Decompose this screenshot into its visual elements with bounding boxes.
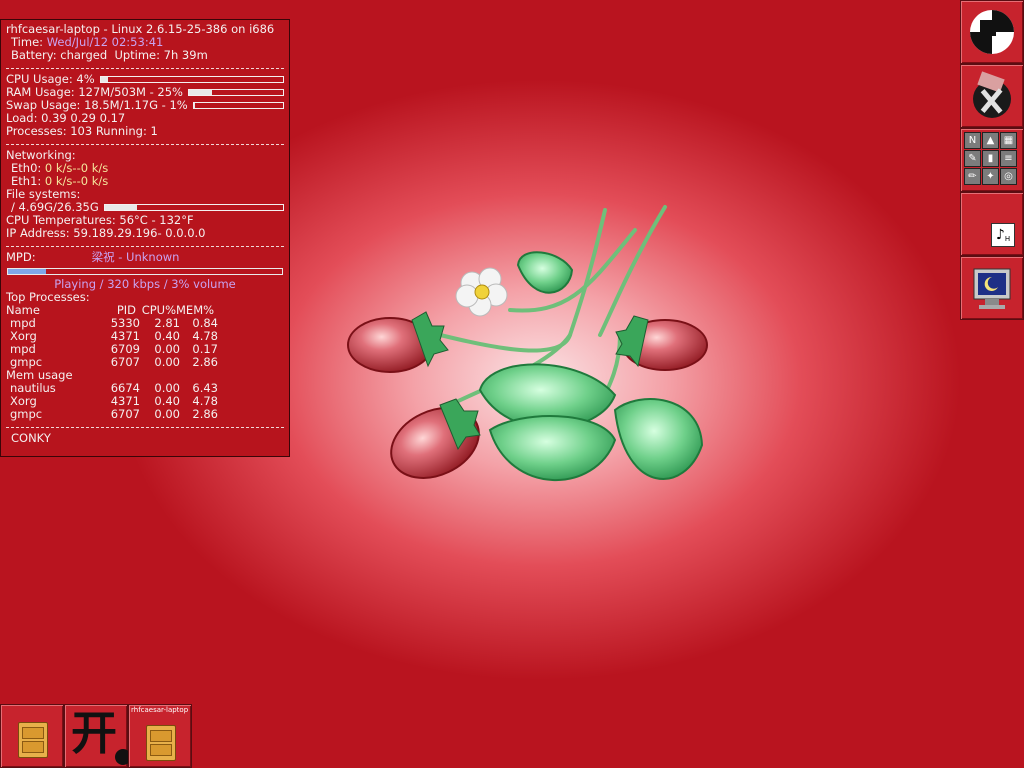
fs-root-bar (103, 204, 284, 211)
mpd-row: MPD: 梁祝 - Unknown (6, 251, 284, 264)
process-pid: 6707 (110, 407, 140, 421)
process-row: mpd 6709 0.00 0.17 (6, 343, 284, 356)
window-title-snippet: rhfcaesar-laptop (131, 706, 189, 714)
system-logo-icon (970, 10, 1014, 54)
minimized-app-glyph[interactable]: 开 (64, 704, 131, 768)
strawberry-bottom (390, 398, 481, 479)
network-icon[interactable]: ▦ (1000, 132, 1017, 149)
music-sub-glyph: H (1004, 235, 1011, 243)
mpd-song: 梁祝 - Unknown (91, 250, 180, 264)
process-name: gmpc (10, 407, 43, 421)
kanji-glyph-icon: 开 (71, 706, 117, 760)
process-cpu: 0.00 (154, 407, 180, 421)
battery-icon[interactable]: ▮ (982, 150, 999, 167)
star-icon[interactable]: ✦ (982, 168, 999, 185)
music-glyph: ♪ (995, 227, 1005, 243)
minimized-file-manager[interactable] (0, 704, 64, 768)
process-row: Xorg 4371 0.40 4.78 (6, 395, 284, 408)
dock-app-tools[interactable] (960, 64, 1024, 128)
divider (6, 68, 284, 69)
battery-label: Battery: (11, 48, 57, 62)
conky-panel: rhfcaesar-laptop - Linux 2.6.15-25-386 o… (0, 19, 290, 457)
file-cabinet-icon (18, 722, 48, 758)
ram-usage-bar (187, 89, 284, 96)
swap-usage-bar (192, 102, 284, 109)
minimized-window[interactable]: rhfcaesar-laptop (128, 704, 192, 768)
process-table-header: Name PID CPU% MEM% (6, 304, 284, 317)
ip-address-row: IP Address: 59.189.29.196- 0.0.0.0 (6, 226, 206, 240)
mpd-progress-bar (7, 268, 283, 275)
process-cpu: 0.00 (154, 355, 180, 369)
process-row: mpd 5330 2.81 0.84 (6, 317, 284, 330)
netscape-icon[interactable]: N (964, 132, 981, 149)
circle-icon[interactable]: ◎ (1000, 168, 1017, 185)
process-mem: 2.86 (192, 407, 218, 421)
battery-value: charged (60, 48, 108, 62)
strawberry-wallpaper-art (347, 205, 708, 482)
process-mem: 2.86 (192, 355, 218, 369)
launcher-grid: N ▲ ▦ ✎ ▮ ≡ ✏ ✦ ◎ (964, 132, 1017, 185)
top-processes-table: mpd 5330 2.81 0.84 Xorg 4371 0.40 4.78 mpd 6709 0.… (6, 317, 284, 369)
divider (6, 427, 284, 428)
divider (6, 246, 284, 247)
process-row: Xorg 4371 0.40 4.78 (6, 330, 284, 343)
mem-processes-table: nautilus 6674 0.00 6.43 Xorg 4371 0.40 4.78 gmpc… (6, 382, 284, 421)
conky-footer: CONKY (11, 431, 51, 445)
monitor-moon-icon (973, 268, 1011, 309)
dock-app-monitor[interactable] (960, 256, 1024, 320)
dock-app-launcher-grid[interactable]: N ▲ ▦ ✎ ▮ ≡ ✏ ✦ ◎ (960, 128, 1024, 192)
mpd-label: MPD: (6, 250, 36, 264)
music-note-icon: ♪ H (991, 223, 1015, 247)
battery-row: Battery: charged Uptime: 7h 39m (6, 49, 284, 62)
file-cabinet-icon (146, 725, 176, 761)
dock-app-system[interactable] (960, 0, 1024, 64)
cpu-usage-bar (99, 76, 284, 83)
process-row: gmpc 6707 0.00 2.86 (6, 408, 284, 421)
dock-app-mixer[interactable]: ♪ H (960, 192, 1024, 256)
flower (455, 267, 508, 317)
uptime-label: Uptime: (114, 48, 161, 62)
strawberry-right (615, 315, 708, 371)
wrench-screwdriver-icon (973, 71, 1011, 118)
processes-row: Processes: 103 Running: 1 (6, 124, 158, 138)
divider (6, 144, 284, 145)
process-row: nautilus 6674 0.00 6.43 (6, 382, 284, 395)
process-pid: 6707 (110, 355, 140, 369)
notes-icon[interactable]: ≡ (1000, 150, 1017, 167)
uptime-value: 7h 39m (163, 48, 208, 62)
terminal-icon[interactable]: ▲ (982, 132, 999, 149)
pencil-icon[interactable]: ✏ (964, 168, 981, 185)
pen-icon[interactable]: ✎ (964, 150, 981, 167)
strawberry-left (347, 311, 449, 373)
